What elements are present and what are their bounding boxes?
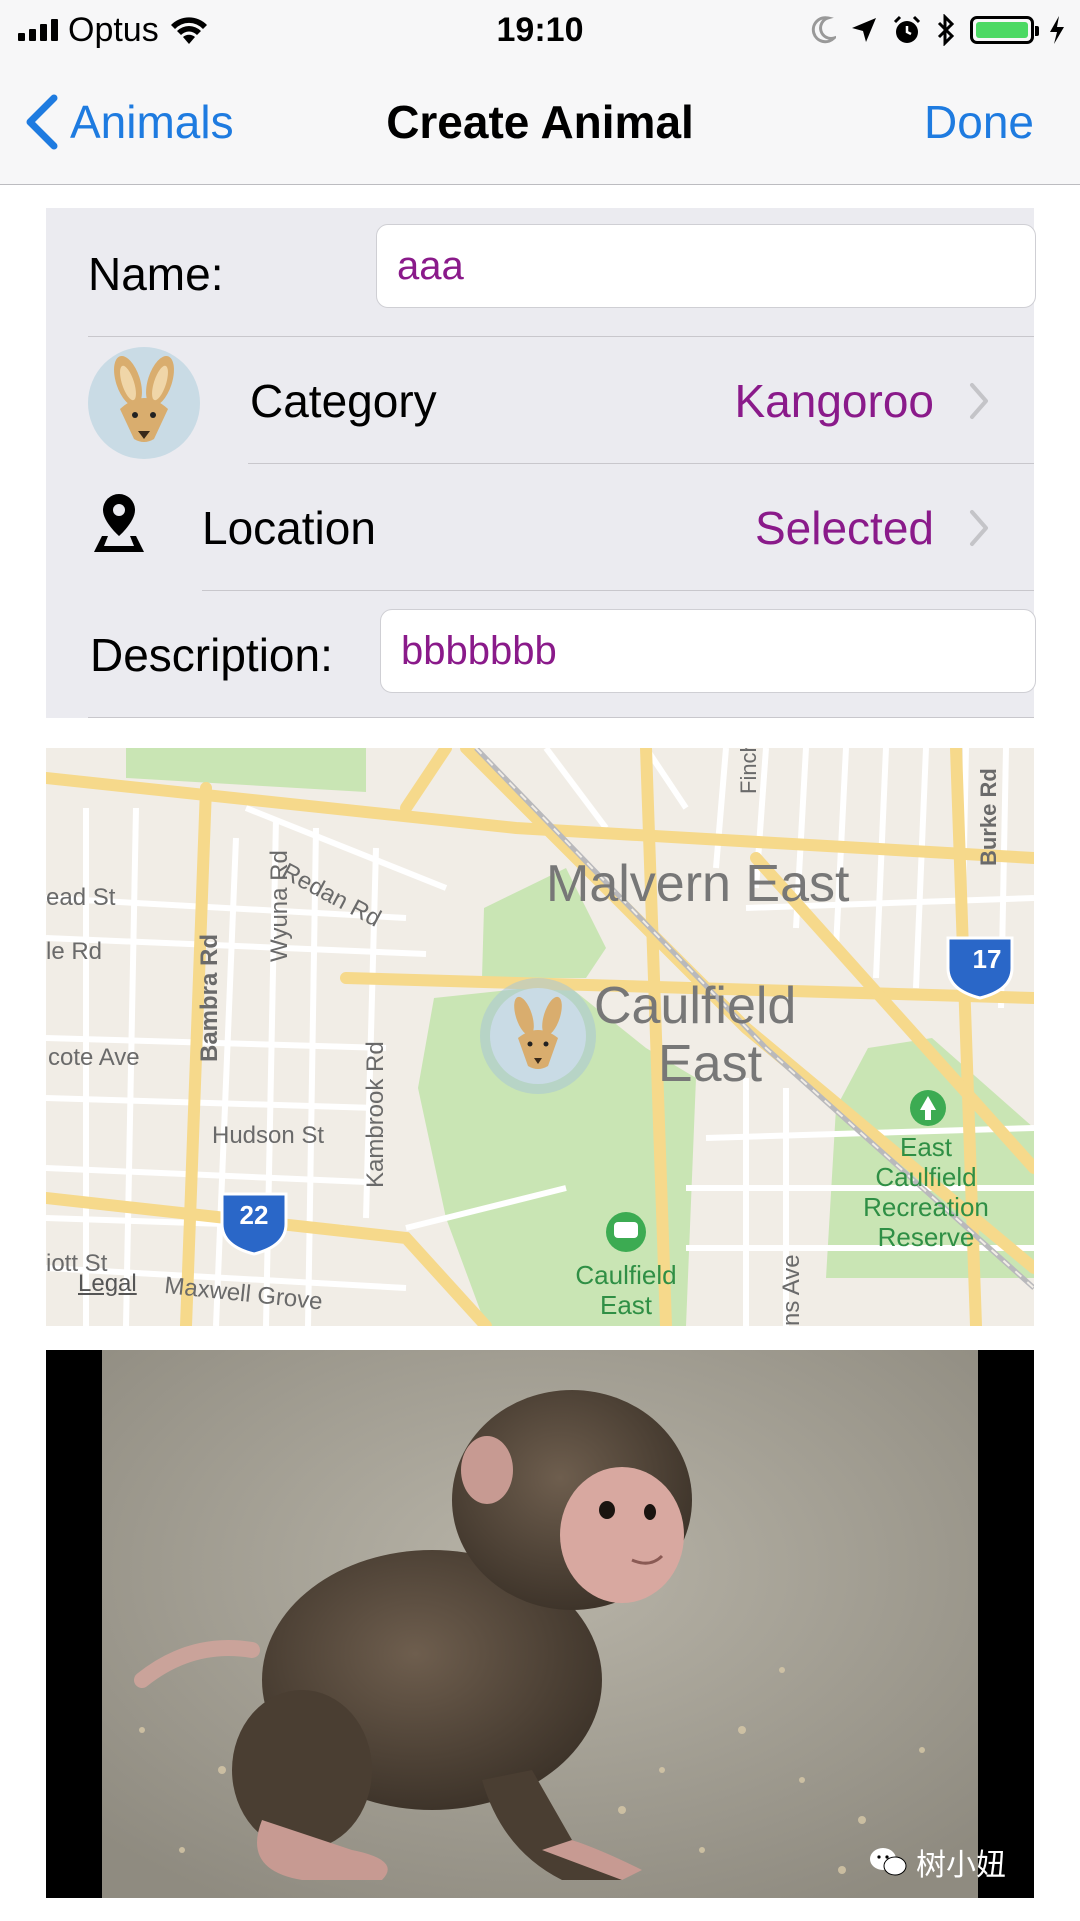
kangaroo-icon — [114, 355, 174, 442]
map-poi-reserve: East Caulfield Recreation Reserve — [863, 1132, 989, 1252]
map-label-street: Bambra Rd — [196, 933, 223, 1062]
animal-photo: 树小妞 — [46, 1350, 1034, 1898]
bluetooth-icon — [937, 14, 955, 46]
map-label-street: Hudson St — [212, 1122, 325, 1149]
legal-link[interactable]: Legal — [78, 1270, 137, 1298]
watermark-text: 树小妞 — [916, 1849, 1006, 1882]
map-label-street: Finch — [736, 748, 761, 794]
category-row[interactable]: Category Kangoroo — [46, 337, 1034, 463]
moon-icon — [811, 16, 836, 44]
map-label-street: ead St — [46, 884, 116, 911]
map-label-area: Malvern East — [546, 855, 850, 913]
map-label-street: cote Ave — [48, 1044, 140, 1071]
status-right — [810, 10, 1066, 50]
wechat-icon — [870, 1848, 907, 1876]
route-22-label: 22 — [239, 1200, 269, 1230]
location-map[interactable]: Malvern East Caulfield East Redan Rd Wyu… — [46, 748, 1034, 1326]
charging-bolt-icon — [1050, 16, 1064, 44]
map-label-area: East — [658, 1035, 763, 1093]
map-label-street: ns Ave — [778, 1254, 805, 1326]
map-label-area: Caulfield — [594, 977, 797, 1035]
kangaroo-avatar — [88, 347, 200, 459]
name-input[interactable] — [376, 224, 1036, 308]
location-label: Location — [202, 502, 376, 554]
status-bar: Optus 19:10 — [0, 0, 1080, 60]
location-value: Selected — [754, 502, 934, 554]
battery-icon — [970, 16, 1039, 44]
map-pin-icon — [94, 494, 144, 552]
location-arrow-icon — [852, 18, 876, 42]
name-label: Name: — [88, 248, 224, 300]
description-input[interactable] — [380, 609, 1036, 693]
map-label-street: le Rd — [46, 938, 103, 965]
done-button[interactable]: Done — [924, 94, 1034, 150]
monkey-photo — [102, 1350, 978, 1898]
category-value: Kangoroo — [734, 375, 935, 427]
location-row[interactable]: Location Selected — [46, 464, 1034, 590]
name-row: Name: — [46, 208, 1036, 336]
description-label: Description: — [90, 629, 333, 681]
map-label-street: Burke Rd — [976, 768, 1001, 866]
chevron-right-icon — [970, 510, 988, 546]
category-label: Category — [250, 375, 437, 427]
description-row: Description: — [46, 591, 1036, 718]
watermark: 树小妞 — [868, 1840, 1006, 1884]
divider — [88, 717, 1034, 718]
chevron-right-icon — [970, 383, 988, 419]
map-poi-station: Caulfield East — [575, 1260, 677, 1320]
map-label-street: Kambrook Rd — [362, 1041, 389, 1188]
map-label-street: Wyuna Rd — [266, 850, 293, 962]
alarm-icon — [893, 15, 921, 43]
route-17-label: 17 — [972, 944, 1002, 974]
page-title: Create Animal — [386, 96, 694, 148]
monkey-illustration — [102, 1350, 978, 1898]
navigation-bar: Animals Create Animal Done — [0, 60, 1080, 185]
animal-form: Name: Category Kangoroo — [46, 208, 1036, 718]
